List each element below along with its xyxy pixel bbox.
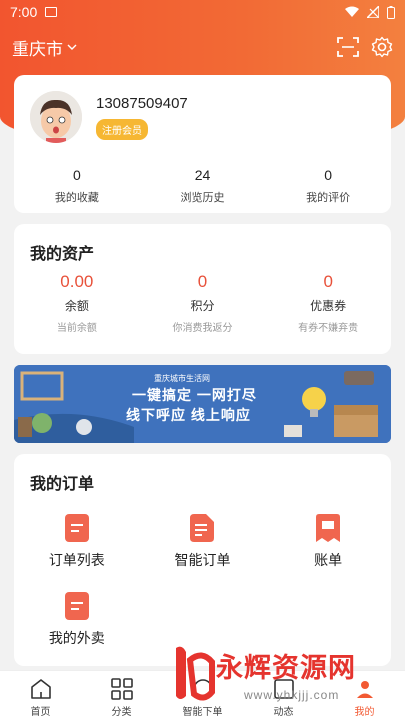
tab-feed[interactable]: 动态 xyxy=(243,671,324,720)
bottom-tab-bar: 首页 分类 智能下单 动态 我的 xyxy=(0,670,405,720)
signal-off-icon xyxy=(367,6,379,18)
bill-icon xyxy=(316,514,341,542)
asset-subtitle: 当前余额 xyxy=(56,323,97,334)
asset-coupons[interactable]: 0 优惠券 有券不嫌弃贵 xyxy=(265,272,391,334)
asset-points[interactable]: 0 积分 你消费我返分 xyxy=(140,272,266,334)
wifi-icon xyxy=(345,6,359,17)
smart-order-item[interactable]: 智能订单 xyxy=(140,514,266,592)
settings-gear-icon[interactable] xyxy=(371,36,393,58)
takeout-icon xyxy=(64,592,89,620)
top-bar: 重庆市 xyxy=(0,30,405,64)
member-badge[interactable]: 注册会员 xyxy=(96,119,148,140)
asset-subtitle: 有券不嫌弃贵 xyxy=(298,323,359,334)
tab-label: 我的 xyxy=(354,707,375,718)
phone-number: 13087509407 xyxy=(96,95,188,112)
smart-order-tab-icon xyxy=(192,679,213,699)
asset-label: 积分 xyxy=(190,299,215,313)
scan-icon[interactable] xyxy=(337,36,359,58)
asset-subtitle: 你消费我返分 xyxy=(172,323,233,334)
asset-value: 0 xyxy=(323,272,333,291)
tab-label: 动态 xyxy=(273,707,294,718)
banner-headline-1: 一键搞定 一网打尽 xyxy=(132,387,257,403)
order-list-icon xyxy=(64,514,89,542)
stat-label: 浏览历史 xyxy=(180,192,225,204)
assets-card: 我的资产 0.00 余额 当前余额 0 积分 你消费我返分 0 优惠券 有券不嫌… xyxy=(14,224,391,354)
orders-card: 我的订单 订单列表 智能订单 账单 我的外卖 xyxy=(14,454,391,666)
order-item-label: 订单列表 xyxy=(48,552,105,568)
chevron-down-icon xyxy=(67,44,77,50)
takeout-item[interactable]: 我的外卖 xyxy=(14,592,140,670)
order-item-label: 智能订单 xyxy=(174,552,231,568)
asset-balance[interactable]: 0.00 余额 当前余额 xyxy=(14,272,140,334)
stat-label: 我的收藏 xyxy=(54,192,99,204)
bill-item[interactable]: 账单 xyxy=(265,514,391,592)
assets-title: 我的资产 xyxy=(30,246,95,263)
profile-stats: 0 我的收藏 24 浏览历史 0 我的评价 xyxy=(14,167,391,205)
status-bar: 7:00 xyxy=(0,0,405,24)
stat-history[interactable]: 24 浏览历史 xyxy=(140,167,266,205)
asset-value: 0.00 xyxy=(60,272,94,291)
status-time: 7:00 xyxy=(10,4,38,20)
feed-icon xyxy=(273,679,294,699)
asset-value: 0 xyxy=(197,272,208,291)
avatar[interactable] xyxy=(30,91,82,143)
tab-label: 分类 xyxy=(111,707,132,718)
orders-title: 我的订单 xyxy=(30,476,95,493)
tab-smart-order[interactable]: 智能下单 xyxy=(162,671,243,720)
city-label: 重庆市 xyxy=(12,39,63,59)
stat-value: 0 xyxy=(72,167,81,183)
tab-label: 首页 xyxy=(30,707,51,718)
banner-headline-2: 线下呼应 线上响应 xyxy=(126,407,251,423)
profile-card: 13087509407 注册会员 0 我的收藏 24 浏览历史 0 我的评价 xyxy=(14,75,391,213)
tab-label: 智能下单 xyxy=(182,707,223,718)
tab-mine[interactable]: 我的 xyxy=(324,671,405,720)
order-list-item[interactable]: 订单列表 xyxy=(14,514,140,592)
order-item-label: 账单 xyxy=(314,552,343,568)
tab-home[interactable]: 首页 xyxy=(0,671,81,720)
order-item-label: 我的外卖 xyxy=(48,630,105,646)
asset-label: 余额 xyxy=(64,299,89,313)
stat-value: 0 xyxy=(324,167,333,183)
banner-brand: 重庆城市生活网 xyxy=(154,374,210,383)
stat-favorites[interactable]: 0 我的收藏 xyxy=(14,167,140,205)
smart-order-icon xyxy=(190,514,215,542)
battery-alert-icon xyxy=(387,5,395,19)
promo-banner[interactable]: 重庆城市生活网 一键搞定 一网打尽 线下呼应 线上响应 xyxy=(14,365,391,443)
stat-label: 我的评价 xyxy=(306,192,351,204)
city-selector[interactable]: 重庆市 xyxy=(12,35,77,60)
stat-reviews[interactable]: 0 我的评价 xyxy=(265,167,391,205)
orders-grid: 订单列表 智能订单 账单 我的外卖 xyxy=(14,514,391,670)
grid-icon xyxy=(110,678,133,700)
tab-category[interactable]: 分类 xyxy=(81,671,162,720)
avatar-illustration xyxy=(30,91,82,143)
stat-value: 24 xyxy=(194,167,211,183)
home-icon xyxy=(30,679,51,699)
image-notification-icon xyxy=(45,7,58,17)
asset-label: 优惠券 xyxy=(310,299,347,313)
user-icon xyxy=(356,681,373,698)
assets-row: 0.00 余额 当前余额 0 积分 你消费我返分 0 优惠券 有券不嫌弃贵 xyxy=(14,272,391,334)
